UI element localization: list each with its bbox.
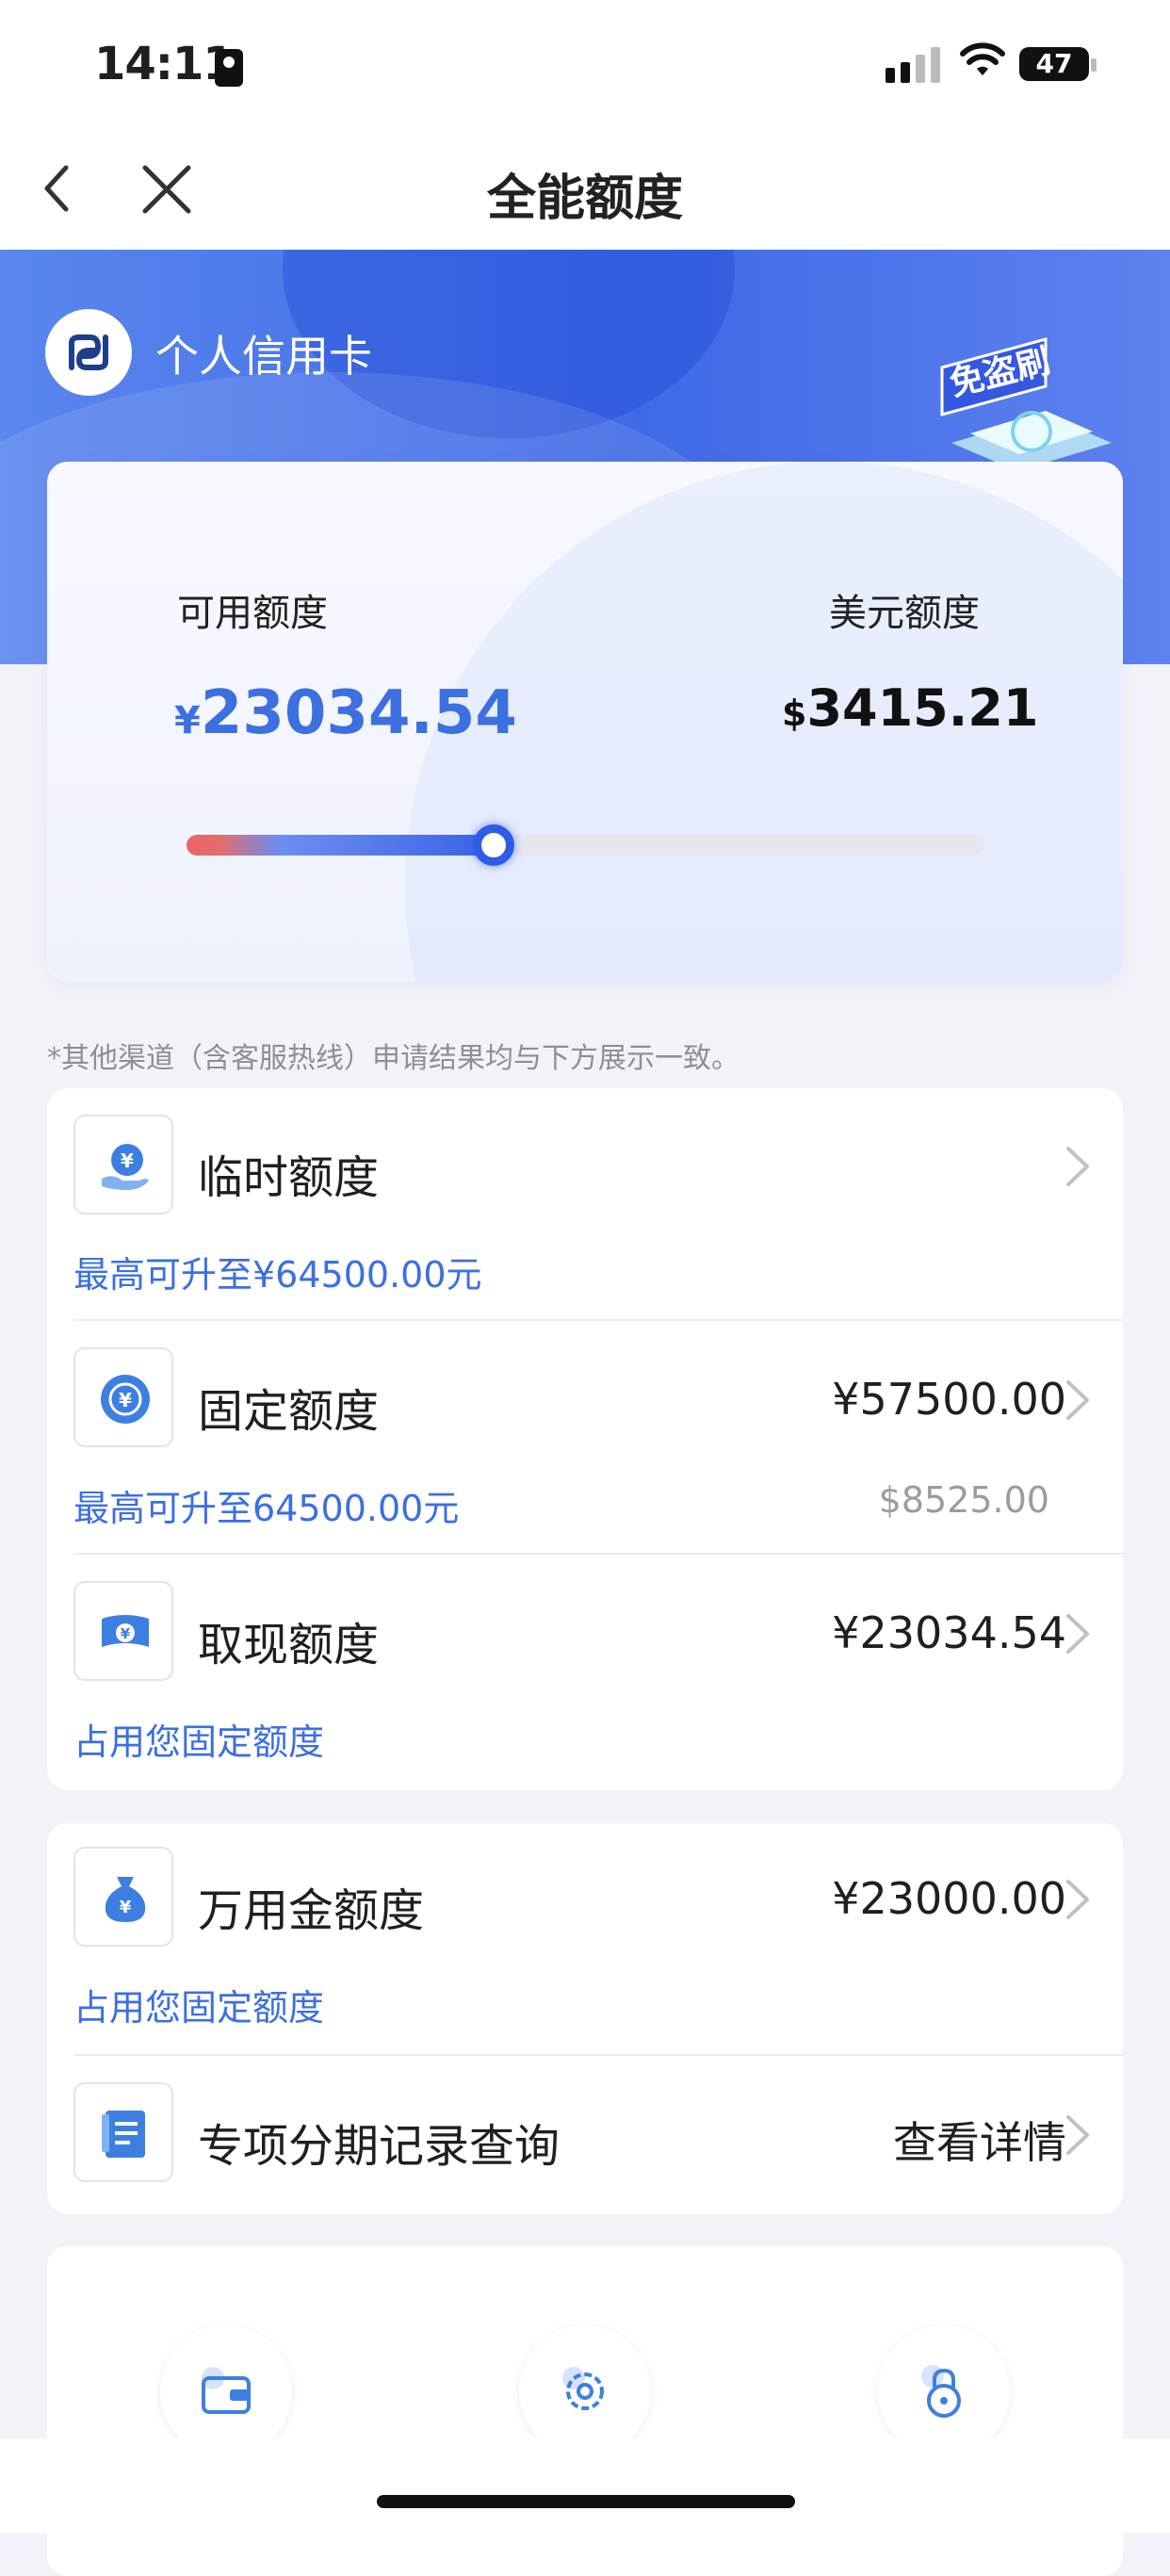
chevron-right-icon[interactable] <box>1064 2113 1091 2157</box>
cash-limit-title[interactable]: 取现额度 <box>198 1607 379 1673</box>
document-list-icon <box>102 2111 145 2158</box>
battery-cap <box>1091 58 1097 72</box>
lock-icon <box>921 2365 961 2418</box>
fixed-limit-icon-box: ¥ <box>73 1347 173 1447</box>
cash-limit-icon-box: ¥ <box>73 1581 173 1681</box>
svg-text:¥: ¥ <box>121 1625 131 1642</box>
temporary-limit-note: 最高可升至¥64500.00元 <box>73 1254 482 1296</box>
usd-amount: 3415.21 <box>806 678 1039 738</box>
currency-symbol: ¥ <box>174 699 201 742</box>
svg-text:¥: ¥ <box>119 1389 132 1411</box>
status-time: 14:11 <box>94 38 235 90</box>
svg-text:¥: ¥ <box>121 1149 134 1172</box>
currency-symbol: $ <box>782 693 807 734</box>
page-title: 全能额度 <box>486 171 683 227</box>
chevron-right-icon[interactable] <box>1064 1612 1091 1655</box>
anti-fraud-badge-icon[interactable]: 免盗刷 <box>933 330 1121 481</box>
money-bag-icon: ¥ <box>105 1877 146 1922</box>
divider <box>73 2054 1123 2056</box>
usd-limit-value: $3415.21 <box>782 678 1038 738</box>
cash-limit-note: 占用您固定额度 <box>73 1721 325 1763</box>
available-limit-label: 可用额度 <box>177 592 328 635</box>
universal-fund-note: 占用您固定额度 <box>73 1987 325 2029</box>
svg-text:¥: ¥ <box>120 1898 132 1917</box>
installment-record-title[interactable]: 专项分期记录查询 <box>198 2109 560 2175</box>
chevron-right-icon[interactable] <box>1064 1145 1091 1188</box>
cycle-money-icon: ¥ <box>101 1375 150 1424</box>
fixed-limit-title[interactable]: 固定额度 <box>198 1374 379 1440</box>
lock-shortcut[interactable] <box>878 2325 1010 2457</box>
signal-icon <box>886 45 942 83</box>
bank-logo-icon <box>69 334 108 370</box>
limit-usage-thumb <box>473 824 514 866</box>
temporary-limit-title[interactable]: 临时额度 <box>198 1140 379 1206</box>
fixed-limit-note: 最高可升至64500.00元 <box>73 1488 460 1529</box>
universal-fund-value: ¥23000.00 <box>832 1873 1066 1924</box>
chevron-right-icon[interactable] <box>1064 1878 1091 1921</box>
home-indicator-area <box>0 2438 1170 2533</box>
settings-icon <box>562 2367 604 2410</box>
id-card-icon <box>215 49 243 87</box>
limit-usage-fill <box>187 835 494 856</box>
channel-note: *其他渠道（含客服热线）申请结果均与下方展示一致。 <box>47 1042 739 1075</box>
hand-money-icon: ¥ <box>102 1144 149 1190</box>
temporary-limit-icon-box: ¥ <box>73 1115 173 1215</box>
divider <box>73 1319 1123 1321</box>
universal-fund-icon-box: ¥ <box>73 1847 173 1947</box>
fixed-limit-usd-value: $8525.00 <box>878 1479 1049 1521</box>
wifi-icon <box>960 42 1005 75</box>
card-type-label: 个人信用卡 <box>155 331 372 382</box>
settings-shortcut[interactable] <box>519 2325 651 2457</box>
battery-indicator: 47 <box>1019 47 1089 81</box>
installment-record-icon-box <box>73 2082 173 2182</box>
universal-fund-title[interactable]: 万用金额度 <box>198 1873 424 1939</box>
cash-limit-value: ¥23034.54 <box>832 1607 1066 1658</box>
home-indicator[interactable] <box>377 2495 795 2508</box>
available-amount: 23034.54 <box>200 678 517 748</box>
available-limit-value: ¥23034.54 <box>174 678 517 748</box>
divider <box>73 1553 1123 1555</box>
wallet-icon <box>202 2367 251 2414</box>
fixed-limit-value: ¥57500.00 <box>832 1374 1066 1425</box>
usd-limit-label: 美元额度 <box>829 592 980 635</box>
cash-note-icon: ¥ <box>102 1615 149 1647</box>
view-details-link[interactable]: 查看详情 <box>893 2109 1066 2171</box>
wallet-shortcut[interactable] <box>160 2325 292 2457</box>
chevron-right-icon[interactable] <box>1064 1378 1091 1422</box>
